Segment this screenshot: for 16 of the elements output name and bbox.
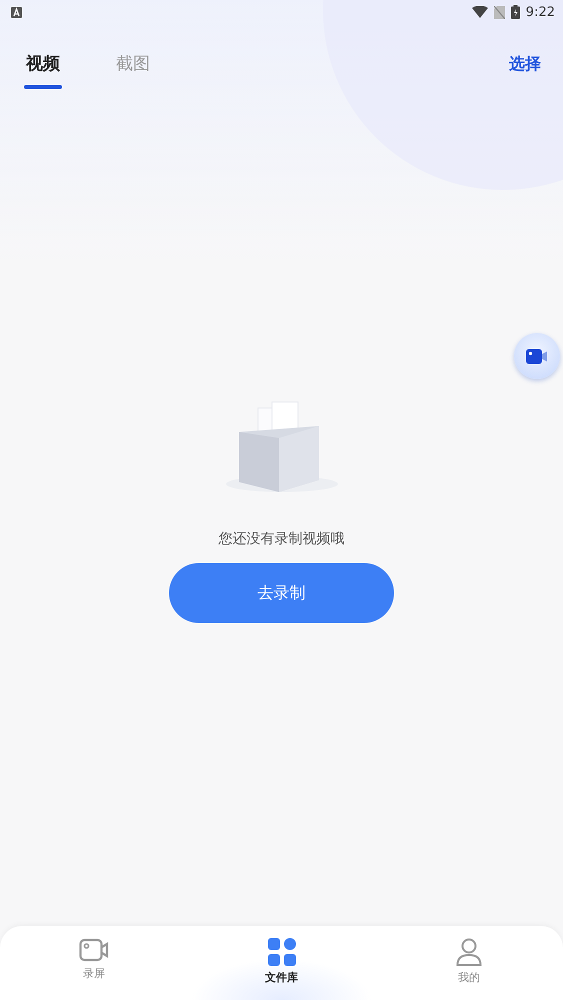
record-float-button[interactable] <box>514 333 560 379</box>
video-camera-icon <box>78 938 109 962</box>
clock-time: 9:22 <box>526 4 555 20</box>
person-icon <box>456 938 482 966</box>
nav-item[interactable]: 录屏 <box>0 926 188 1000</box>
grid-icon <box>268 938 296 966</box>
empty-message: 您还没有录制视频哦 <box>218 530 344 548</box>
wifi-icon <box>472 6 488 18</box>
tab[interactable]: 截图 <box>112 52 154 98</box>
select-button[interactable]: 选择 <box>509 50 541 79</box>
nav-item[interactable]: 文件库 <box>188 926 376 1000</box>
tab[interactable]: 视频 <box>22 52 64 98</box>
record-button[interactable]: 去录制 <box>169 563 394 623</box>
nav-item[interactable]: 我的 <box>375 926 563 1000</box>
app-notification-icon <box>11 6 22 18</box>
video-camera-icon <box>526 348 548 364</box>
